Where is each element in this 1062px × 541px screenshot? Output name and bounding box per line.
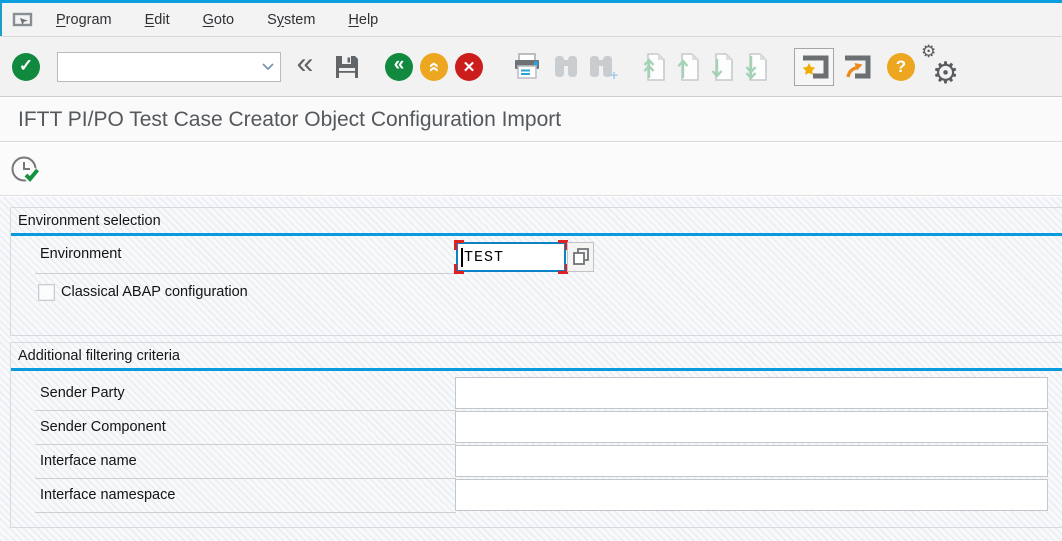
focus-corner-icon xyxy=(454,240,464,250)
back-chevrons-icon: « xyxy=(385,53,413,81)
menu-accesskey: y xyxy=(277,12,284,28)
page-title: IFTT PI/PO Test Case Creator Object Conf… xyxy=(18,108,561,132)
page-down-icon xyxy=(710,52,736,82)
customize-layout-button[interactable]: ⚙ ⚙ xyxy=(921,49,957,85)
page-double-down-icon xyxy=(744,52,770,82)
sender-party-input[interactable] xyxy=(455,377,1048,409)
row-underline xyxy=(35,410,456,411)
enter-button[interactable]: ✓ xyxy=(12,53,40,81)
cancel-x-icon: ✕ xyxy=(455,53,483,81)
menu-text: stem xyxy=(284,12,315,28)
help-question-icon: ? xyxy=(887,53,915,81)
environment-selection-section: Environment selection Environment TEST xyxy=(10,207,1062,336)
menu-text: rogram xyxy=(66,12,112,28)
cancel-button[interactable]: ✕ xyxy=(455,53,483,81)
row-underline xyxy=(35,478,456,479)
find-next-button[interactable]: + xyxy=(586,52,616,82)
environment-value: TEST xyxy=(464,249,504,266)
back-button[interactable]: « xyxy=(385,53,413,81)
execute-clock-check-icon xyxy=(10,153,46,185)
menu-item-help[interactable]: Help xyxy=(348,12,378,28)
menu-accesskey: G xyxy=(203,12,214,28)
save-button[interactable] xyxy=(332,52,362,82)
hide-command-field-button[interactable]: « xyxy=(291,50,319,84)
collapse-chevrons-icon: « xyxy=(297,49,314,79)
standard-toolbar: ✓ « « « xyxy=(0,36,1062,97)
environment-field-wrap: TEST xyxy=(456,242,566,272)
binoculars-icon xyxy=(551,52,581,82)
sender-party-label: Sender Party xyxy=(40,385,125,401)
last-page-button[interactable] xyxy=(744,52,770,82)
menu-text: dit xyxy=(154,12,169,28)
next-page-button[interactable] xyxy=(710,52,736,82)
sender-component-label: Sender Component xyxy=(40,419,166,435)
menu-item-goto[interactable]: Goto xyxy=(203,12,234,28)
menu-item-edit[interactable]: Edit xyxy=(145,12,170,28)
environment-label: Environment xyxy=(40,246,121,262)
interface-namespace-input[interactable] xyxy=(455,479,1048,511)
find-button[interactable] xyxy=(551,52,581,82)
menu-item-system[interactable]: System xyxy=(267,12,315,28)
plus-badge-icon: + xyxy=(610,67,618,83)
additional-filtering-section: Additional filtering criteria Sender Par… xyxy=(10,342,1062,528)
environment-input[interactable]: TEST xyxy=(456,242,566,272)
interface-namespace-label: Interface namespace xyxy=(40,487,175,503)
menu-item-program[interactable]: Program xyxy=(56,12,112,28)
exit-up-chevrons-icon: « xyxy=(420,53,448,81)
enter-check-icon: ✓ xyxy=(12,53,40,81)
new-session-button[interactable] xyxy=(794,48,834,86)
sender-component-input[interactable] xyxy=(455,411,1048,443)
title-bar: IFTT PI/PO Test Case Creator Object Conf… xyxy=(0,98,1062,142)
sap-gui-window: Program Edit Goto System Help ✓ « xyxy=(0,0,1062,541)
classical-abap-checkbox-label: Classical ABAP configuration xyxy=(61,284,248,301)
overlapping-squares-icon xyxy=(571,246,591,268)
section-title: Environment selection xyxy=(11,208,1062,233)
page-up-icon xyxy=(676,52,702,82)
sap-screen-icon xyxy=(12,11,36,29)
interface-name-input[interactable] xyxy=(455,445,1048,477)
print-button[interactable] xyxy=(510,52,544,82)
help-button[interactable]: ? xyxy=(887,53,915,81)
create-shortcut-button[interactable] xyxy=(841,53,871,80)
application-toolbar xyxy=(0,143,1062,196)
window-star-icon xyxy=(799,53,829,80)
gear-icon: ⚙ xyxy=(932,56,959,91)
row-underline xyxy=(35,444,456,445)
window-shortcut-arrow-icon xyxy=(841,53,871,80)
menu-text: elp xyxy=(359,12,378,28)
interface-name-label: Interface name xyxy=(40,453,137,469)
save-floppy-icon xyxy=(332,52,362,82)
menu-text: oto xyxy=(214,12,234,28)
command-field-input[interactable] xyxy=(57,52,281,82)
selection-screen-body: Environment selection Environment TEST xyxy=(0,197,1062,541)
value-help-button[interactable] xyxy=(567,242,594,272)
menu-bar: Program Edit Goto System Help xyxy=(0,3,1062,36)
command-field-wrap xyxy=(57,52,281,82)
printer-icon xyxy=(510,52,544,82)
classical-abap-checkbox[interactable] xyxy=(38,284,55,301)
page-double-up-icon xyxy=(642,52,668,82)
previous-page-button[interactable] xyxy=(676,52,702,82)
menu-accesskey: P xyxy=(56,12,66,28)
row-underline xyxy=(35,512,456,513)
row-underline xyxy=(35,273,456,274)
exit-button[interactable]: « xyxy=(420,53,448,81)
section-title: Additional filtering criteria xyxy=(11,343,1062,368)
menu-accesskey: E xyxy=(145,12,155,28)
execute-button[interactable] xyxy=(10,151,46,187)
focus-corner-icon xyxy=(454,264,464,274)
menu-accesskey: H xyxy=(348,12,358,28)
menu-text: S xyxy=(267,12,277,28)
first-page-button[interactable] xyxy=(642,52,668,82)
